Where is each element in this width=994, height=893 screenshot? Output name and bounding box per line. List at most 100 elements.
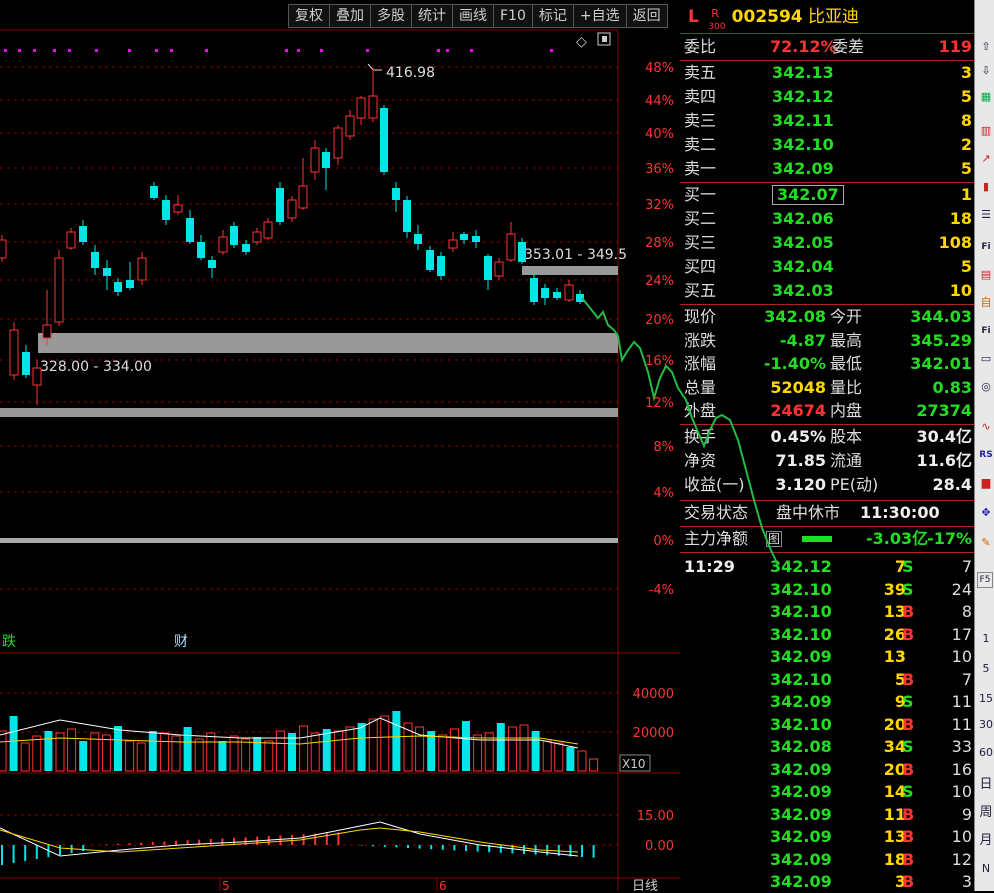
signal-dot [285,49,288,52]
candle-body-up [448,239,458,249]
candle-body-up [32,367,42,386]
toolbar-fuquan-button[interactable]: 复权 [288,4,329,28]
tick-row: 342.09 11 B 9 [770,804,972,824]
up-arrow-icon[interactable]: ⇧ [977,38,994,56]
toolbar-overlay-button[interactable]: 叠加 [329,4,370,28]
volume-bar-up [484,732,494,772]
candle-body-down [414,234,422,244]
volume-bar-up [275,730,285,772]
stat2-row: 换手 0.45% 股本 30.4亿 [684,427,972,446]
kline-chart[interactable]: ◇ 353.01 - 349.5 328.00 - 334.00 416.98 40… [0,0,680,891]
baseline-0pct [0,538,618,543]
volume-bar-down [566,747,575,771]
sell-level-row: 卖三 342.11 8 [684,111,972,130]
sell-level-row: 卖四 342.12 5 [684,87,972,106]
toolbar-draw-button[interactable]: 画线 [452,4,493,28]
volume-bar-up [542,740,552,772]
pencil-icon[interactable]: ✎ [977,534,994,552]
kline-icon[interactable]: ▮ [977,178,994,196]
period-n-button[interactable]: N [977,860,994,878]
diamond-icon[interactable]: ◇ [576,34,587,50]
toolbar-multi-stock-button[interactable]: 多股 [370,4,411,28]
candle-body-up [42,324,52,339]
watchlist-icon[interactable]: 自 [977,294,994,312]
signal-dot [128,49,131,52]
period-5-button[interactable]: 5 [977,660,994,678]
volume-bar-up [32,735,42,772]
tick-row: 342.10 39 S 24 [770,579,972,599]
candle-body-up [9,329,19,376]
buy-level-row: 买一 342.07 1 [684,185,972,205]
grid-icon[interactable]: ▥ [977,122,994,140]
volume-bar-up [333,730,343,772]
tick-row: 342.10 5 B 7 [770,669,972,689]
f10-icon[interactable]: Fi [977,238,994,256]
list-icon[interactable]: ☰ [977,206,994,224]
candle-body-up [66,231,76,249]
candle-body-down [518,242,526,262]
volume-bar-up [310,732,320,772]
buy-level-row: 买五 342.03 10 [684,281,972,300]
kline-chart-area[interactable]: ◇ 353.01 - 349.5 328.00 - 334.00 416.98 40… [0,0,680,891]
date-label: 6 [439,879,447,891]
toolbar-add-watchlist-button[interactable]: +自选 [572,4,626,28]
tick-row: 342.09 14 S 10 [770,782,972,801]
candle-body-up [252,231,262,243]
candle-body-down [460,234,468,240]
candle-body-down [162,200,170,220]
pct-tick-label: 12% [645,396,674,411]
volume-bar-up [136,742,146,772]
toolbar-mark-button[interactable]: 标记 [531,4,573,28]
buy-level-row: 买二 342.06 18 [684,209,972,228]
chart-toolbar: 复权 叠加 多股 统计 画线 F10 标记 +自选 返回 [288,4,668,28]
tick-row: 342.10 20 B 11 [770,714,972,734]
trend-icon[interactable]: ↗ [977,150,994,168]
candlesticks [0,68,584,405]
candle-body-up [345,115,355,137]
period-30-button[interactable]: 30 [977,716,994,734]
period-60-button[interactable]: 60 [977,744,994,762]
volume-bar-up [159,732,169,772]
volume-bar-up [554,742,564,772]
wave-icon[interactable]: ∿ [977,418,994,436]
volume-bar-up [0,730,7,772]
period-1-button[interactable]: 1 [977,630,994,648]
signal-dot [205,49,208,52]
signal-dot [95,49,98,52]
table-icon[interactable]: ▦ [977,88,994,106]
pct-tick-label: 0% [653,534,674,549]
buy-level-row: 买四 342.04 5 [684,257,972,276]
candle-body-down [426,250,434,270]
fix-icon[interactable]: Fi [977,322,994,340]
stat-row: 外盘 24674 内盘 27374 [684,401,972,420]
circle-icon[interactable]: ◎ [977,378,994,396]
period-15-button[interactable]: 15 [977,690,994,708]
stock-name: 比亚迪 [808,7,860,27]
volume-bar-up [345,726,355,772]
volume-bar-up [264,740,274,772]
vol-tick-label: 40000 [633,687,674,702]
period-day-button[interactable]: 日 [977,776,994,794]
candle-body-up [298,185,308,209]
volume-bar-up [229,735,239,772]
f5-icon[interactable]: F5 [977,572,993,588]
signal-dot [4,49,7,52]
report-icon[interactable]: ▤ [977,266,994,284]
volume-bar-up [380,715,390,772]
bars-icon[interactable]: ▆ [977,474,994,492]
candle-body-up [137,257,147,281]
chart-mini-icon[interactable]: ▭ [977,350,994,368]
candle-body-up [356,97,366,119]
toolbar-f10-button[interactable]: F10 [493,4,532,28]
toolbar-back-button[interactable]: 返回 [625,4,668,28]
period-month-button[interactable]: 月 [977,832,994,850]
period-week-button[interactable]: 周 [977,804,994,822]
date-label: 5 [222,879,230,891]
rs-icon[interactable]: RS [977,446,994,464]
down-arrow-icon[interactable]: ⇩ [977,62,994,80]
stat-row: 现价 342.08 今开 344.03 [684,307,972,326]
main-net-chart-icon[interactable]: 图 [766,531,783,547]
toolbar-stats-button[interactable]: 统计 [411,4,452,28]
sell-level-row: 卖五 342.13 3 [684,63,972,82]
move-icon[interactable]: ✥ [977,504,994,522]
